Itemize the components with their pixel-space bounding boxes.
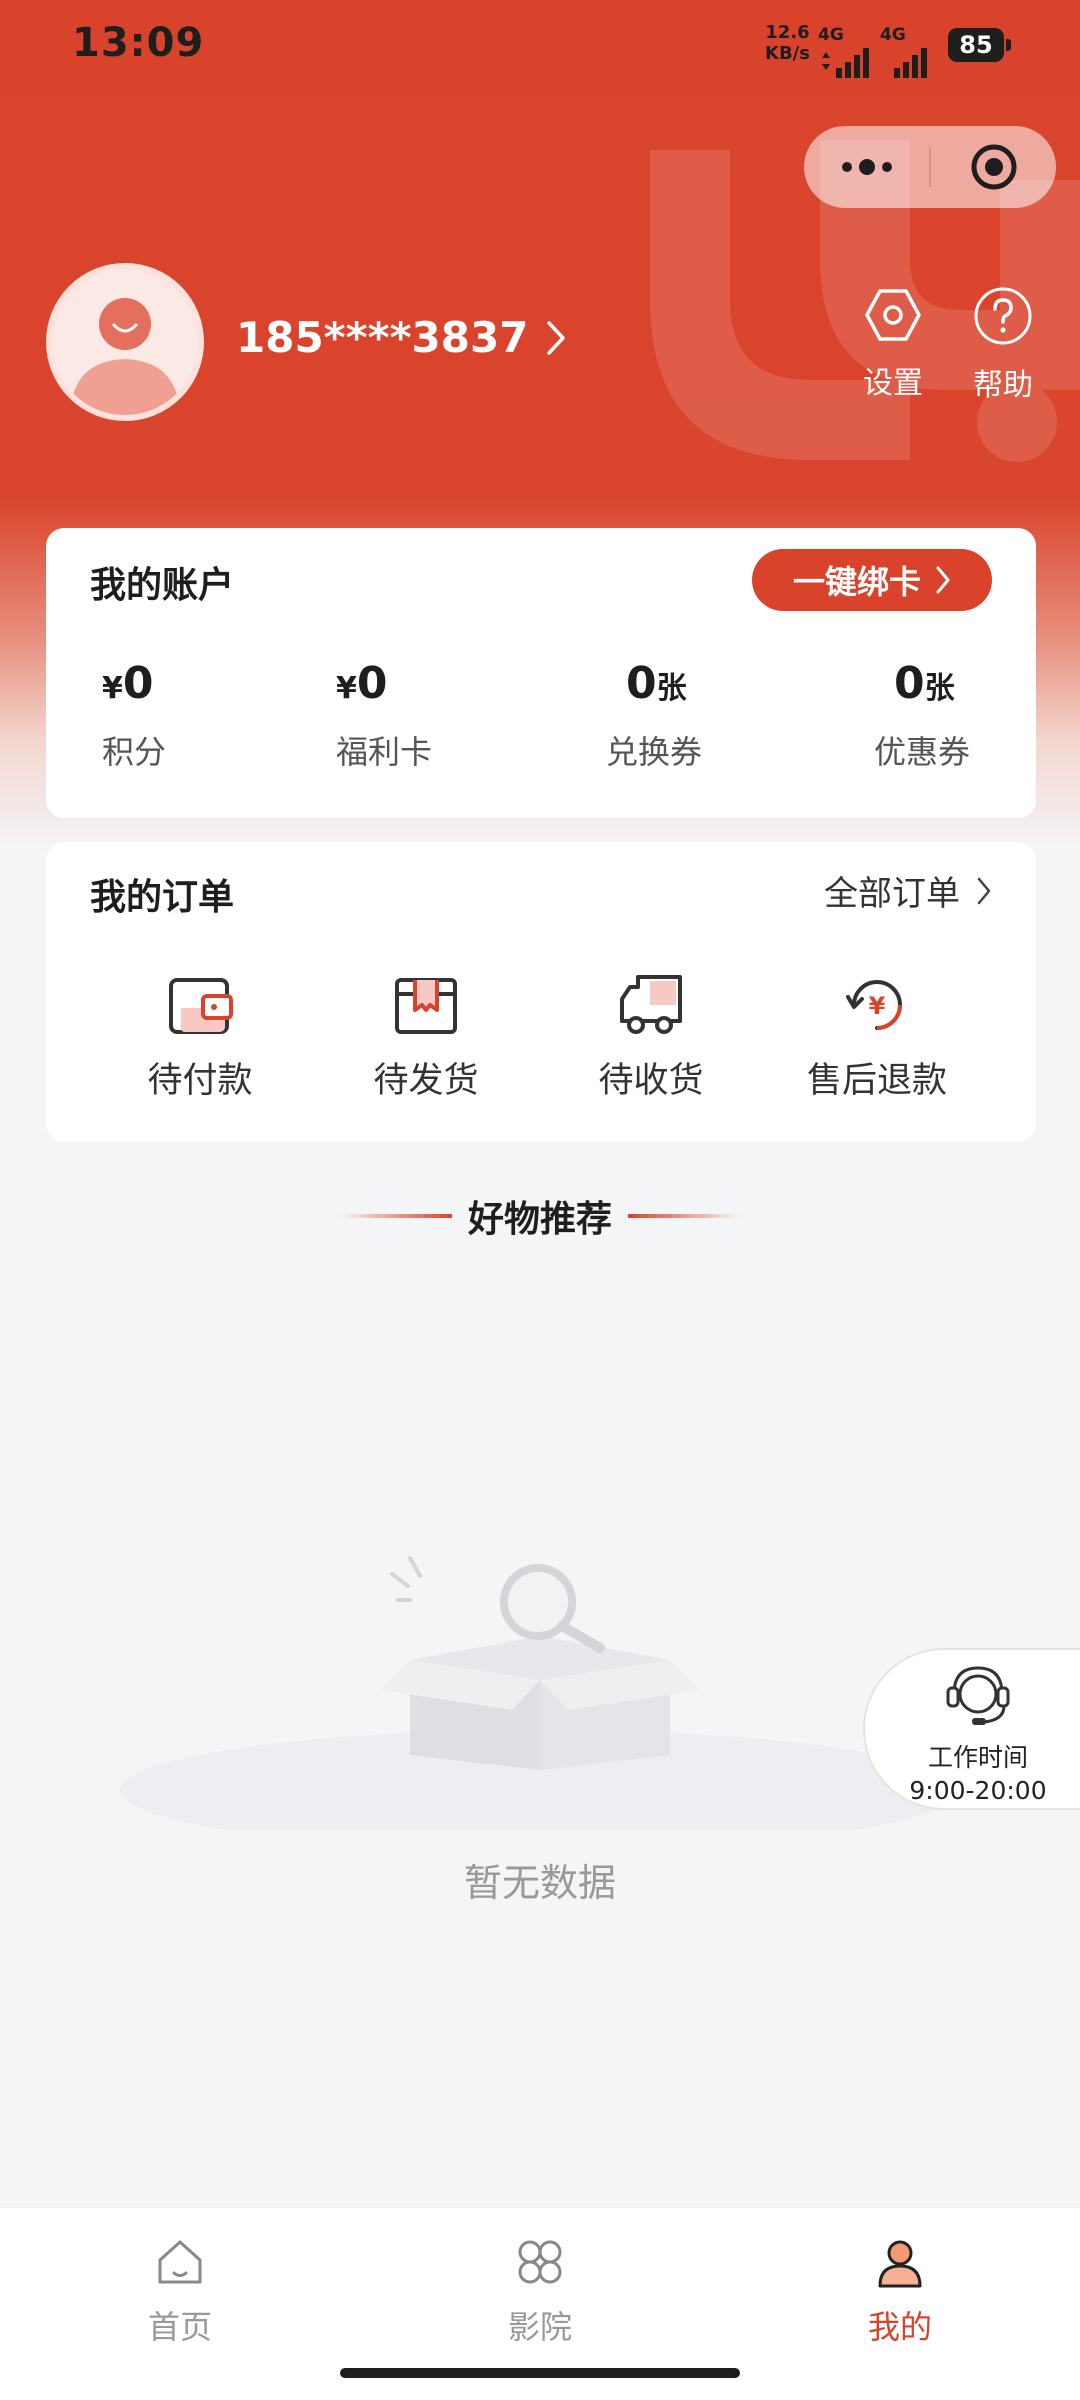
exchange-coupon-value: 0	[626, 658, 657, 709]
all-orders-label: 全部订单	[824, 874, 960, 914]
pending-payment-label: 待付款	[147, 1061, 253, 1101]
service-hours-value: 9:00-20:00	[909, 1776, 1047, 1805]
account-card: 我的账户 一键绑卡 ¥0 积分 ¥0 福利卡 0张 兑换券 0张 优惠券	[46, 528, 1036, 818]
signal-icon: 4G	[818, 26, 878, 84]
chevron-right-icon	[977, 877, 991, 904]
order-pending-receipt[interactable]: 待收货	[576, 970, 726, 1103]
settings-label: 设置	[863, 366, 923, 401]
wallet-icon	[169, 978, 233, 1034]
user-phone-number: 185****3837	[236, 313, 529, 362]
help-label: 帮助	[973, 368, 1033, 403]
order-pending-payment[interactable]: 待付款	[125, 970, 275, 1103]
target-close-icon	[971, 144, 1016, 190]
account-item-discount-coupon[interactable]: 0张 优惠券	[874, 658, 970, 773]
recommend-title: 好物推荐	[467, 1199, 612, 1240]
unit-label: 张	[656, 671, 687, 706]
network-speed-value: 12.6	[765, 22, 810, 43]
empty-state-text: 暂无数据	[463, 1861, 616, 1905]
home-indicator	[340, 2368, 740, 2378]
truck-icon	[620, 975, 682, 1034]
service-hours-title: 工作时间	[927, 1743, 1028, 1772]
close-miniprogram-button[interactable]	[931, 126, 1056, 208]
order-pending-shipment[interactable]: 待发货	[351, 970, 501, 1103]
empty-box-search-icon	[120, 1556, 960, 1850]
divider-left	[339, 1214, 452, 1218]
svg-text:¥: ¥	[869, 992, 886, 1020]
headset-icon	[946, 1666, 1010, 1725]
currency-symbol: ¥	[336, 671, 357, 706]
account-item-exchange-coupon[interactable]: 0张 兑换券	[606, 658, 702, 773]
profile-link[interactable]: 185****3837	[236, 313, 566, 362]
bind-card-button[interactable]: 一键绑卡	[752, 549, 992, 611]
refund-icon: ¥	[846, 980, 902, 1030]
network-type-label: 4G	[818, 25, 844, 45]
status-bar: 13:09 12.6 KB/s 4G 4G 85	[0, 0, 1080, 90]
more-button[interactable]	[804, 126, 929, 208]
cinema-icon	[518, 2240, 562, 2284]
after-sales-refund-label: 售后退款	[806, 1061, 947, 1101]
account-item-points[interactable]: ¥0 积分	[102, 658, 166, 773]
tab-profile[interactable]: 我的	[820, 2236, 980, 2348]
tab-cinema-label: 影院	[507, 2308, 572, 2346]
recommend-header: 好物推荐	[0, 1190, 1080, 1242]
signal-icon-2: 4G	[880, 26, 940, 84]
tab-home-label: 首页	[147, 2308, 212, 2346]
profile-icon	[878, 2240, 922, 2288]
settings-button[interactable]: 设置	[848, 286, 938, 402]
tab-profile-label: 我的	[867, 2308, 932, 2346]
welfare-card-value: 0	[356, 658, 388, 709]
home-icon	[158, 2240, 202, 2284]
order-after-sales-refund[interactable]: ¥ 售后退款	[802, 970, 952, 1103]
battery-icon: 85	[948, 28, 1011, 62]
help-button[interactable]: 帮助	[958, 286, 1048, 404]
tab-cinema[interactable]: 影院	[460, 2236, 620, 2348]
avatar[interactable]	[46, 263, 204, 421]
exchange-coupon-label: 兑换券	[606, 733, 703, 771]
orders-title: 我的订单	[90, 877, 235, 918]
orders-card: 我的订单 全部订单 待付款 待发货 待收货 ¥ 售后退款	[46, 842, 1036, 1142]
welfare-card-label: 福利卡	[336, 733, 433, 771]
account-item-welfare-card[interactable]: ¥0 福利卡	[336, 658, 432, 773]
empty-state-illustration	[80, 1540, 1000, 1850]
chevron-right-icon	[547, 320, 566, 355]
more-dots-icon	[841, 159, 892, 175]
help-question-icon	[974, 287, 1032, 345]
settings-hexagon-icon	[865, 289, 921, 341]
package-icon	[395, 978, 457, 1034]
all-orders-link[interactable]: 全部订单	[824, 866, 992, 915]
network-speed-unit: KB/s	[765, 43, 810, 64]
network-speed: 12.6 KB/s	[765, 22, 810, 64]
status-time: 13:09	[72, 20, 205, 66]
pending-shipment-label: 待发货	[373, 1061, 479, 1101]
discount-coupon-label: 优惠券	[874, 733, 971, 771]
network-type-label-2: 4G	[880, 25, 906, 45]
pending-receipt-label: 待收货	[598, 1061, 704, 1101]
default-avatar-icon	[52, 269, 198, 415]
bind-card-label: 一键绑卡	[792, 563, 921, 601]
divider-right	[628, 1214, 740, 1218]
points-label: 积分	[102, 733, 167, 771]
unit-label: 张	[924, 671, 955, 706]
points-value: 0	[122, 658, 154, 709]
customer-service-button[interactable]: 工作时间 9:00-20:00	[863, 1648, 1080, 1810]
discount-coupon-value: 0	[894, 658, 925, 709]
chevron-right-icon	[936, 566, 950, 594]
currency-symbol: ¥	[102, 671, 123, 706]
tab-home[interactable]: 首页	[100, 2236, 260, 2348]
account-title: 我的账户	[90, 565, 235, 606]
miniprogram-capsule	[804, 126, 1056, 208]
